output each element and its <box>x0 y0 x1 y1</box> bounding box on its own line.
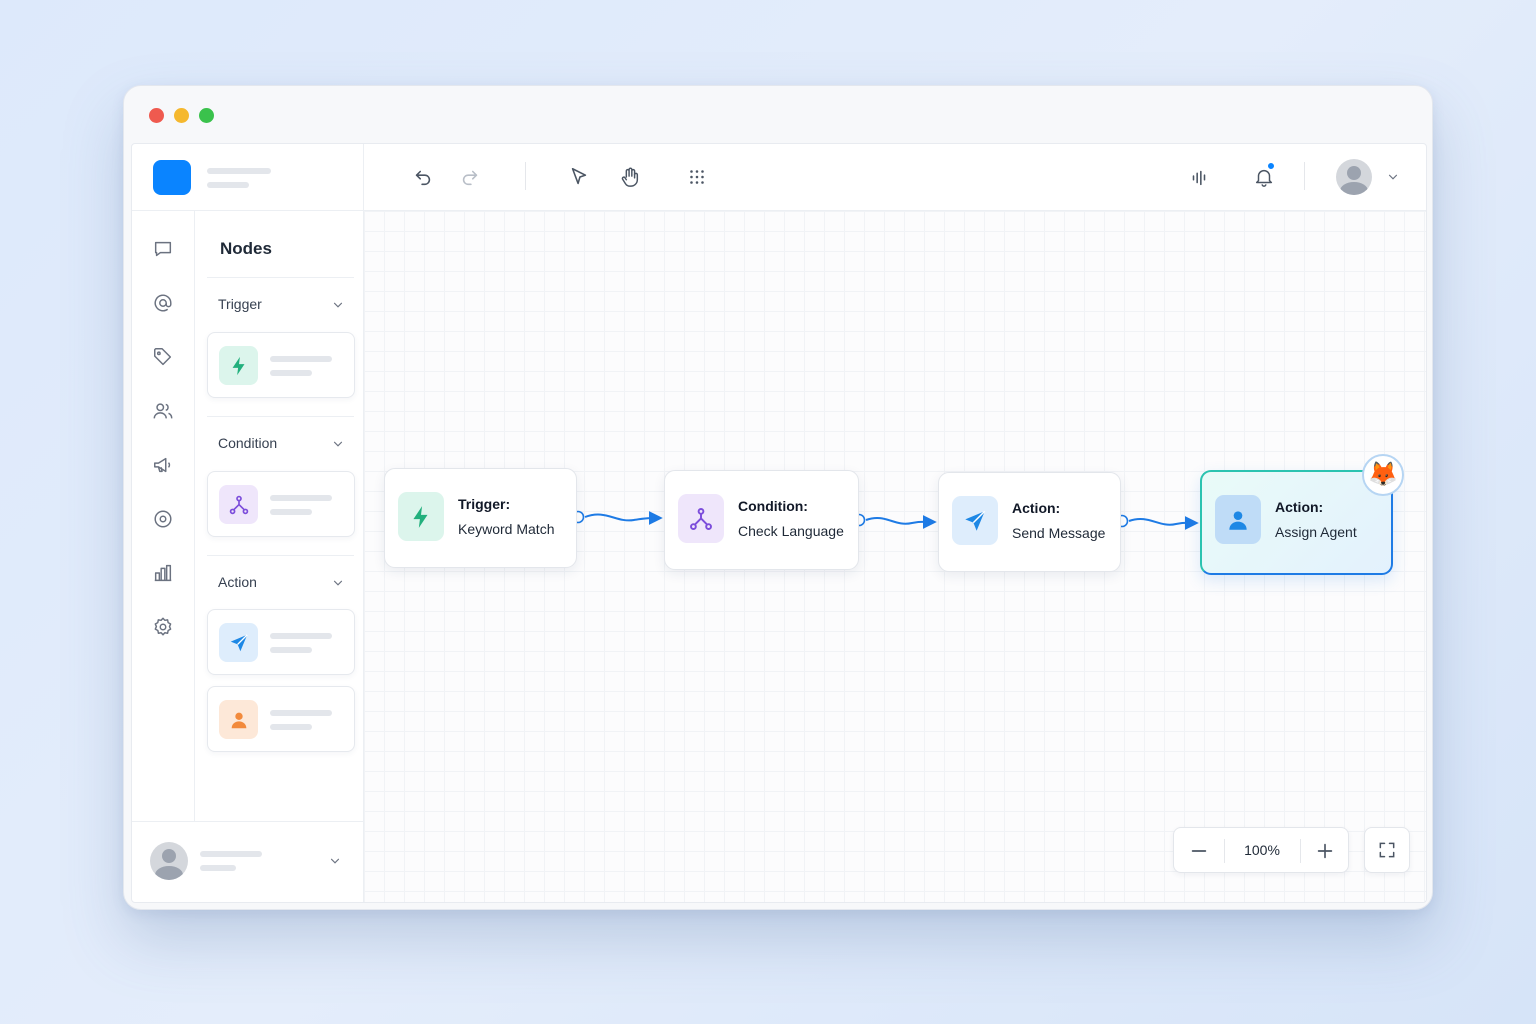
card-title-placeholder <box>270 633 332 639</box>
flow-node-trigger[interactable]: Trigger: Keyword Match <box>384 468 577 568</box>
chevron-down-icon[interactable] <box>331 576 345 590</box>
flow-node-label: Send Message <box>1012 525 1106 541</box>
notification-badge <box>1267 162 1275 170</box>
branch-icon <box>678 494 724 543</box>
tag-icon[interactable] <box>152 346 174 368</box>
person-icon <box>219 700 258 739</box>
flow-node-condition[interactable]: Condition: Check Language <box>664 470 859 570</box>
card-subtitle-placeholder <box>270 724 312 730</box>
card-subtitle-placeholder <box>270 509 312 515</box>
user-menu[interactable] <box>132 821 364 902</box>
edge-send-assign <box>1115 514 1199 530</box>
app-logo[interactable] <box>153 160 191 195</box>
node-card-trigger[interactable] <box>207 332 355 398</box>
group-label-trigger[interactable]: Trigger <box>218 296 262 312</box>
avatar[interactable] <box>150 842 188 880</box>
toolbar <box>364 144 1426 211</box>
redo-icon[interactable] <box>459 166 481 188</box>
pointer-icon[interactable] <box>568 166 590 188</box>
lightning-icon <box>398 492 444 541</box>
avatar[interactable] <box>1336 159 1372 195</box>
app-window: Nodes Trigger Condition Action Trigger: … <box>123 85 1433 910</box>
megaphone-icon[interactable] <box>152 454 174 476</box>
users-icon[interactable] <box>152 400 174 422</box>
brand-subtitle-placeholder <box>207 182 249 188</box>
fullscreen-icon <box>1379 842 1395 858</box>
minimize-window-button[interactable] <box>174 108 189 123</box>
card-title-placeholder <box>270 356 332 362</box>
zoom-out-button[interactable] <box>1188 840 1210 862</box>
activity-icon[interactable] <box>1188 166 1210 188</box>
flow-node-label: Check Language <box>738 523 844 539</box>
chevron-down-icon[interactable] <box>331 437 345 451</box>
at-sign-icon[interactable] <box>152 292 174 314</box>
app-frame: Nodes Trigger Condition Action Trigger: … <box>131 143 1427 903</box>
flow-canvas[interactable]: Trigger: Keyword Match Condition: Check … <box>364 211 1426 902</box>
maximize-window-button[interactable] <box>199 108 214 123</box>
brand-header <box>132 144 364 211</box>
bar-chart-icon[interactable] <box>152 562 174 584</box>
flow-node-type: Action: <box>1275 499 1324 515</box>
settings-icon[interactable] <box>152 616 174 638</box>
grid-dots-icon[interactable] <box>686 166 708 188</box>
card-subtitle-placeholder <box>270 370 312 376</box>
chevron-down-icon[interactable] <box>328 854 342 868</box>
brand-name-placeholder <box>207 168 271 174</box>
flow-node-type: Trigger: <box>458 496 511 512</box>
zoom-level: 100% <box>1244 842 1280 858</box>
card-subtitle-placeholder <box>270 647 312 653</box>
hand-icon[interactable] <box>619 166 641 188</box>
flow-node-type: Action: <box>1012 500 1061 516</box>
node-card-condition[interactable] <box>207 471 355 537</box>
chevron-down-icon[interactable] <box>331 298 345 312</box>
zoom-in-button[interactable] <box>1314 840 1336 862</box>
edge-trigger-condition <box>571 510 663 526</box>
node-card-assign-agent[interactable] <box>207 686 355 752</box>
zoom-divider <box>1300 839 1301 863</box>
flow-node-send-message[interactable]: Action: Send Message <box>938 472 1121 572</box>
divider <box>207 555 354 556</box>
nodes-panel: Nodes Trigger Condition Action <box>195 211 364 821</box>
lightning-icon <box>219 346 258 385</box>
flow-node-type: Condition: <box>738 498 808 514</box>
gear-outline-icon[interactable] <box>152 508 174 530</box>
user-role-placeholder <box>200 865 236 871</box>
card-title-placeholder <box>270 495 332 501</box>
zoom-controls: 100% <box>1173 827 1349 873</box>
card-title-placeholder <box>270 710 332 716</box>
agent-avatar-badge[interactable]: 🦊 <box>1362 454 1404 496</box>
flow-node-label: Assign Agent <box>1275 524 1357 540</box>
chat-icon[interactable] <box>152 238 174 260</box>
group-label-action[interactable]: Action <box>218 574 257 590</box>
window-controls <box>149 108 214 123</box>
nodes-panel-title: Nodes <box>220 239 272 258</box>
flow-node-label: Keyword Match <box>458 521 555 537</box>
person-icon <box>1215 495 1261 544</box>
send-icon <box>952 496 998 545</box>
send-icon <box>219 623 258 662</box>
edge-condition-send <box>852 513 937 529</box>
undo-icon[interactable] <box>412 166 434 188</box>
group-label-condition[interactable]: Condition <box>218 435 277 451</box>
icon-rail <box>132 211 195 821</box>
fit-view-button[interactable] <box>1364 827 1410 873</box>
divider <box>207 277 354 278</box>
zoom-divider <box>1224 839 1225 863</box>
chevron-down-icon[interactable] <box>1386 170 1400 184</box>
branch-icon <box>219 485 258 524</box>
toolbar-divider <box>1304 162 1305 190</box>
divider <box>207 416 354 417</box>
toolbar-divider <box>525 162 526 190</box>
node-card-send-message[interactable] <box>207 609 355 675</box>
close-window-button[interactable] <box>149 108 164 123</box>
user-name-placeholder <box>200 851 262 857</box>
